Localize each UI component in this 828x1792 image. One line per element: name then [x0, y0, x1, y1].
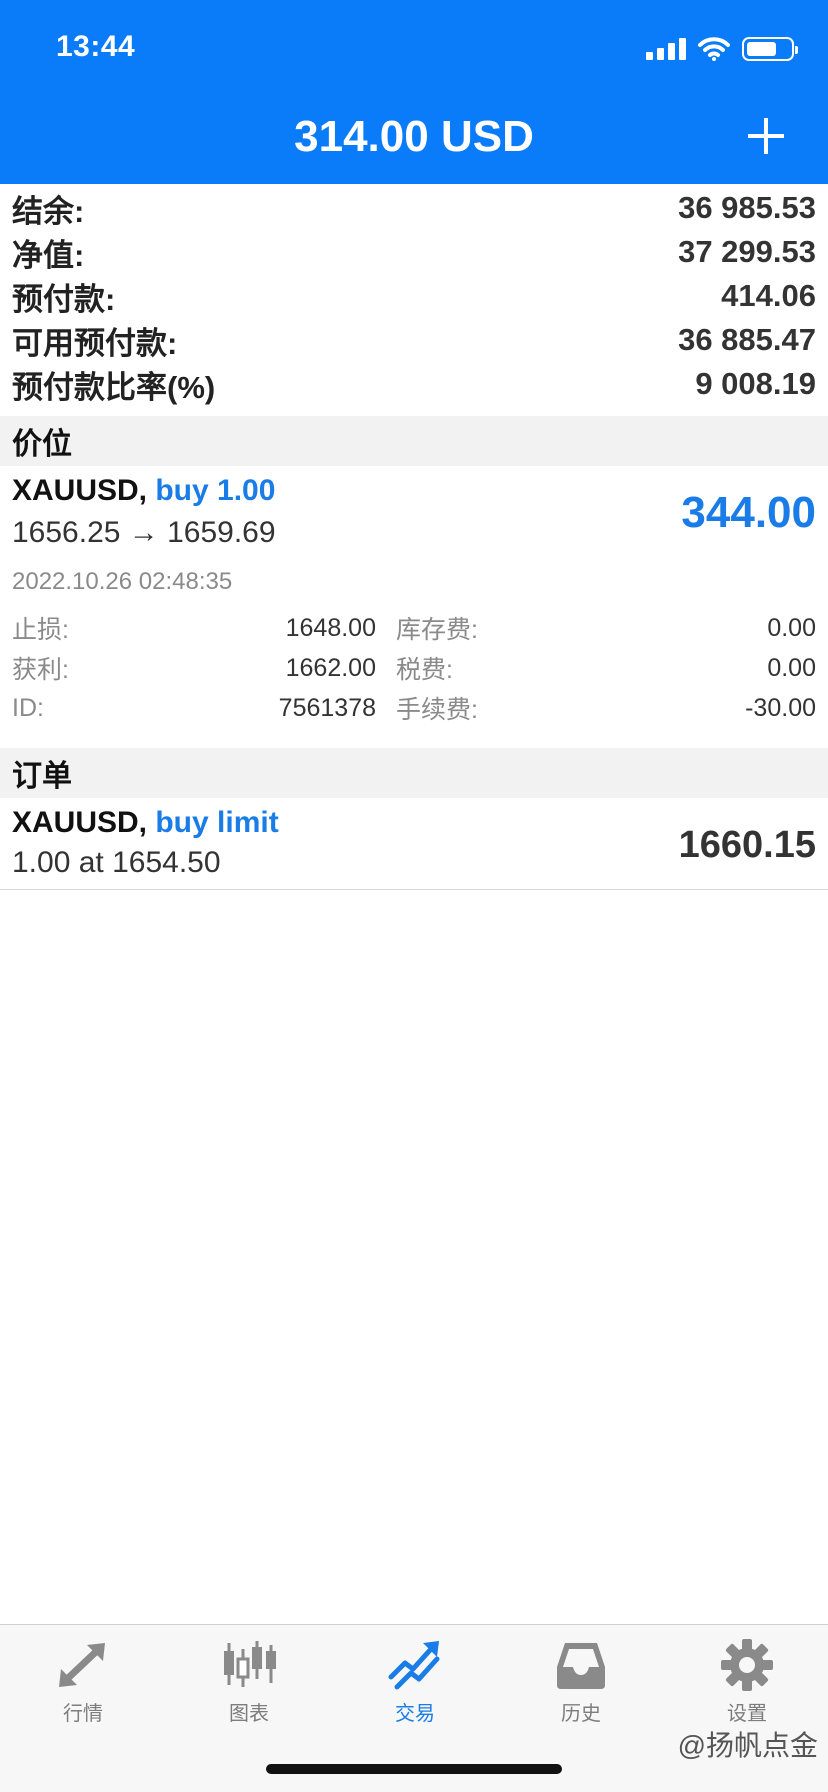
summary-value: 414.06 — [721, 278, 816, 313]
history-tray-icon — [557, 1643, 605, 1689]
battery-icon — [742, 37, 798, 61]
summary-row-margin: 预付款: 414.06 — [12, 274, 816, 318]
orders-section-header: 订单 — [0, 748, 828, 798]
detail-row: 获利: 1662.00 税费: 0.00 — [12, 648, 816, 688]
summary-value: 37 299.53 — [678, 234, 816, 269]
position-symbol-name: XAUUSD, — [12, 474, 148, 507]
account-summary: 结余: 36 985.53 净值: 37 299.53 预付款: 414.06 … — [0, 186, 828, 416]
summary-label: 结余: — [12, 193, 85, 229]
position-item[interactable]: XAUUSD, buy 1.00 1656.25 → 1659.69 344.0… — [0, 468, 828, 748]
top-bar: 13:44 314.00 USD — [0, 0, 828, 184]
tax-value: 0.00 — [767, 653, 816, 682]
stop-loss-label: 止损: — [12, 616, 69, 644]
summary-value: 9 008.19 — [695, 366, 816, 401]
id-value: 7561378 — [278, 693, 376, 722]
tab-trade[interactable]: 交易 — [332, 1639, 498, 1739]
position-details: 止损: 1648.00 库存费: 0.00 获利: 1662.00 税费: 0.… — [12, 608, 816, 728]
summary-value: 36 985.53 — [678, 190, 816, 225]
quotes-arrows-icon — [59, 1643, 105, 1687]
order-type: buy limit — [155, 806, 279, 839]
summary-value: 36 885.47 — [678, 322, 816, 357]
summary-label: 可用预付款: — [12, 325, 178, 361]
order-current-price: 1660.15 — [678, 824, 816, 866]
position-symbol: XAUUSD, buy 1.00 — [12, 474, 275, 508]
detail-row: 止损: 1648.00 库存费: 0.00 — [12, 608, 816, 648]
order-symbol-name: XAUUSD, — [12, 806, 148, 839]
commission-label: 手续费: — [396, 696, 478, 724]
summary-label: 预付款: — [12, 281, 116, 317]
take-profit-label: 获利: — [12, 656, 69, 684]
position-time: 2022.10.26 02:48:35 — [12, 568, 233, 595]
order-volume-price: 1.00 at 1654.50 — [12, 846, 221, 879]
position-prices: 1656.25 → 1659.69 — [12, 516, 276, 549]
tab-label: 图表 — [229, 1703, 269, 1725]
summary-label: 净值: — [12, 237, 85, 273]
detail-row: ID: 7561378 手续费: -30.00 — [12, 688, 816, 728]
commission-value: -30.00 — [745, 693, 816, 722]
summary-row-margin-level: 预付款比率(%) 9 008.19 — [12, 362, 816, 406]
watermark: @扬帆点金 — [677, 1730, 818, 1761]
signal-icon — [646, 38, 686, 60]
summary-row-equity: 净值: 37 299.53 — [12, 230, 816, 274]
id-label: ID: — [12, 693, 44, 722]
swap-value: 0.00 — [767, 613, 816, 642]
positions-section-header: 价位 — [0, 416, 828, 466]
page-title: 314.00 USD — [294, 112, 534, 161]
position-type: buy 1.00 — [155, 474, 276, 507]
tab-quotes[interactable]: 行情 — [0, 1639, 166, 1739]
add-order-button[interactable] — [746, 116, 786, 156]
order-item[interactable]: XAUUSD, buy limit 1.00 at 1654.50 1660.1… — [0, 800, 828, 890]
home-indicator[interactable] — [266, 1764, 562, 1774]
order-symbol: XAUUSD, buy limit — [12, 806, 279, 840]
status-time: 13:44 — [56, 30, 136, 63]
trade-chart-icon — [388, 1641, 440, 1690]
summary-row-free-margin: 可用预付款: 36 885.47 — [12, 318, 816, 362]
tax-label: 税费: — [396, 656, 453, 684]
position-profit: 344.00 — [681, 488, 816, 537]
tab-charts[interactable]: 图表 — [166, 1639, 332, 1739]
candlestick-chart-icon — [224, 1641, 276, 1687]
tab-history[interactable]: 历史 — [498, 1639, 664, 1739]
gear-icon — [721, 1639, 773, 1691]
take-profit-value: 1662.00 — [285, 653, 376, 682]
tab-label: 交易 — [395, 1703, 435, 1725]
tab-label: 行情 — [63, 1703, 103, 1725]
summary-label: 预付款比率(%) — [12, 369, 216, 405]
status-icons — [646, 36, 798, 62]
swap-label: 库存费: — [396, 616, 478, 644]
tab-label: 设置 — [727, 1703, 767, 1725]
stop-loss-value: 1648.00 — [285, 613, 376, 642]
tab-label: 历史 — [561, 1703, 601, 1725]
summary-row-balance: 结余: 36 985.53 — [12, 186, 816, 230]
wifi-icon — [698, 37, 730, 61]
